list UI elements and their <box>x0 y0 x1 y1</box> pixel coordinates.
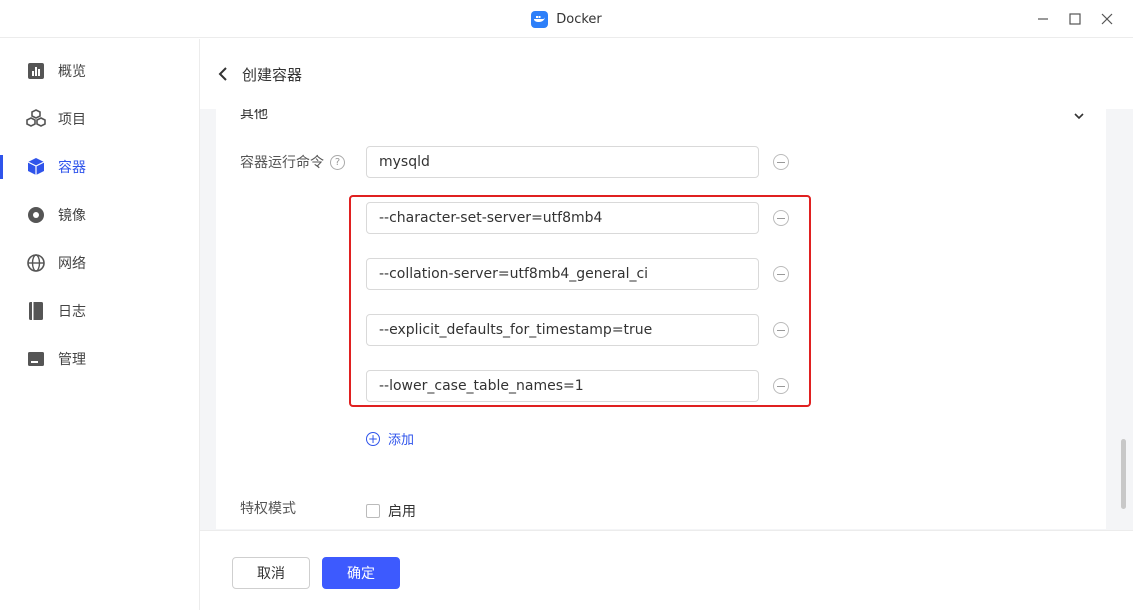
page-title: 创建容器 <box>242 65 303 84</box>
container-cube-icon <box>26 157 46 177</box>
page-header: 创建容器 <box>200 39 1133 109</box>
help-question-icon[interactable]: ? <box>330 154 345 170</box>
sidebar: 概览 项目 容器 镜像 网络 日志 管理 <box>0 39 200 610</box>
add-command-label: 添加 <box>388 433 415 448</box>
manage-panel-icon <box>26 349 46 369</box>
sidebar-item-label: 容器 <box>58 160 86 176</box>
scrollbar[interactable] <box>1119 109 1127 529</box>
command-input[interactable]: --lower_case_table_names=1 <box>366 370 759 402</box>
globe-icon <box>26 253 46 273</box>
sidebar-item-containers[interactable]: 容器 <box>0 143 199 191</box>
section-title: 其他 <box>240 109 268 122</box>
sidebar-item-overview[interactable]: 概览 <box>0 47 199 95</box>
sidebar-item-projects[interactable]: 项目 <box>0 95 199 143</box>
remove-command-icon[interactable] <box>773 266 789 282</box>
cancel-button[interactable]: 取消 <box>232 557 310 589</box>
privileged-checkbox-label: 启用 <box>388 504 416 520</box>
window-titlebar: Docker <box>0 0 1133 38</box>
maximize-icon[interactable] <box>1059 0 1091 38</box>
window-title: Docker <box>0 0 1133 38</box>
checkbox-box[interactable] <box>366 504 380 518</box>
sidebar-item-management[interactable]: 管理 <box>0 335 199 383</box>
close-icon[interactable] <box>1091 0 1123 38</box>
sidebar-item-logs[interactable]: 日志 <box>0 287 199 335</box>
command-input[interactable]: --collation-server=utf8mb4_general_ci <box>366 258 759 290</box>
command-label: 容器运行命令 ? <box>240 152 345 172</box>
main-panel: 创建容器 其他 容器运行命令 ? mysqld --character-set-… <box>200 39 1133 610</box>
sidebar-item-label: 概览 <box>58 64 86 80</box>
remove-command-icon[interactable] <box>773 154 789 170</box>
command-input[interactable]: --character-set-server=utf8mb4 <box>366 202 759 234</box>
back-arrow-icon[interactable] <box>216 67 230 81</box>
sidebar-item-label: 日志 <box>58 304 86 320</box>
confirm-button[interactable]: 确定 <box>322 557 400 589</box>
chevron-down-icon[interactable] <box>1072 109 1086 123</box>
remove-command-icon[interactable] <box>773 378 789 394</box>
remove-command-icon[interactable] <box>773 210 789 226</box>
minimize-icon[interactable] <box>1027 0 1059 38</box>
sidebar-item-images[interactable]: 镜像 <box>0 191 199 239</box>
form-footer: 取消 确定 <box>200 530 1133 610</box>
scroll-thumb[interactable] <box>1121 439 1126 509</box>
add-command-button[interactable]: + 添加 <box>366 429 414 448</box>
disc-icon <box>26 205 46 225</box>
sidebar-item-label: 项目 <box>58 112 86 128</box>
sidebar-item-label: 镜像 <box>58 208 86 224</box>
window-title-text: Docker <box>556 11 602 27</box>
privileged-label-text: 特权模式 <box>240 501 296 517</box>
form-card: 其他 容器运行命令 ? mysqld --character-set-serve… <box>216 109 1106 529</box>
command-input[interactable]: --explicit_defaults_for_timestamp=true <box>366 314 759 346</box>
sidebar-item-label: 管理 <box>58 352 86 368</box>
overview-chart-icon <box>26 61 46 81</box>
command-input[interactable]: mysqld <box>366 146 759 178</box>
sidebar-item-network[interactable]: 网络 <box>0 239 199 287</box>
remove-command-icon[interactable] <box>773 322 789 338</box>
sidebar-item-label: 网络 <box>58 256 86 272</box>
privileged-label: 特权模式 <box>240 498 296 518</box>
cubes-icon <box>26 109 46 129</box>
book-icon <box>26 301 46 321</box>
privileged-checkbox[interactable]: 启用 <box>366 501 416 521</box>
command-label-text: 容器运行命令 <box>240 155 324 171</box>
plus-circle-icon: + <box>366 431 380 446</box>
docker-whale-icon <box>531 10 549 28</box>
